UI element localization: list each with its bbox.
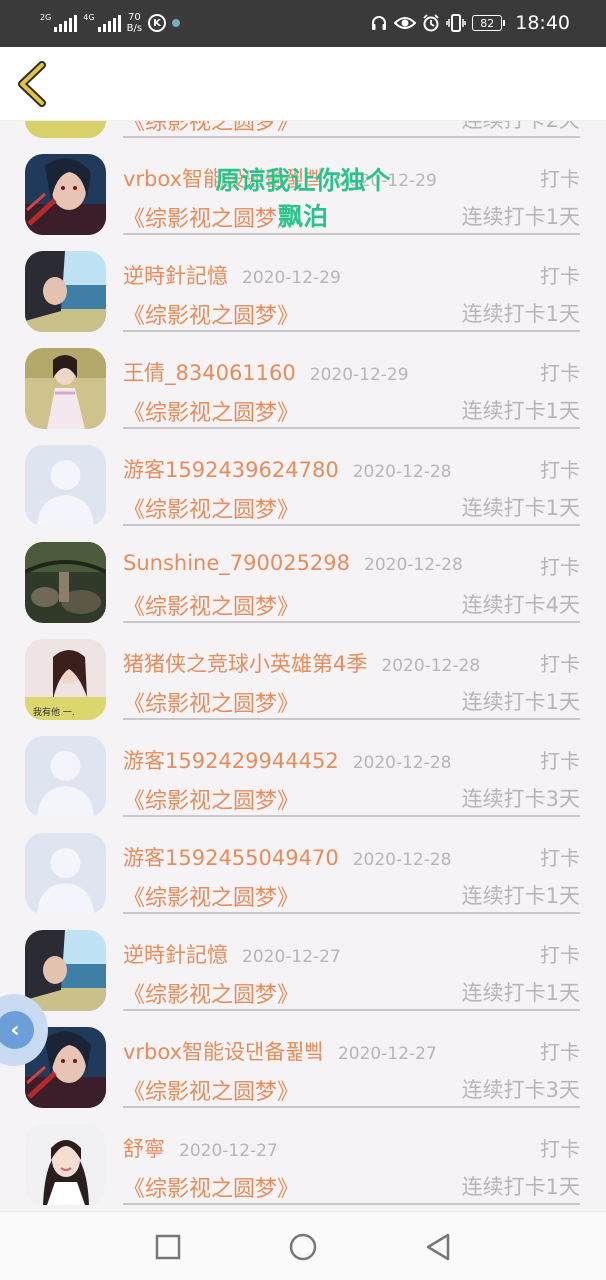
home-circle-icon[interactable] (286, 1230, 320, 1264)
user-line: 猪猪侠之竞球小英雄第4季 2020-12-28 (123, 648, 480, 678)
checkin-date: 2020-12-27 (179, 1141, 278, 1161)
user-line: 游客1592439624780 2020-12-28 (123, 454, 452, 484)
sim1-signal-icon: 2G (40, 13, 78, 32)
k-app-letter: K (153, 17, 161, 29)
checkin-label: 打卡 (540, 846, 580, 870)
list-item[interactable]: 游客1592429944452 2020-12-28 打卡 《综影视之圆梦》 连… (0, 703, 606, 817)
user-line: 逆時針記憶 2020-12-29 (123, 260, 341, 290)
streak-count: 连续打卡1天 (461, 1175, 580, 1199)
checkin-date: 2020-12-28 (352, 462, 452, 482)
checkin-date: 2020-12-27 (242, 947, 341, 967)
network-speed: 70 B/s (127, 12, 142, 34)
checkin-date: 2020-12-29 (242, 268, 341, 288)
network-speed-value: 70 (127, 12, 141, 23)
system-nav-bar (0, 1211, 606, 1280)
user-line: 舒寧 2020-12-27 (123, 1133, 278, 1163)
checkin-label: 打卡 (540, 555, 580, 579)
username[interactable]: Sunshine_790025298 (123, 551, 350, 575)
user-line: 王倩_834061160 2020-12-29 (123, 357, 409, 387)
checkin-label: 打卡 (540, 749, 580, 773)
username[interactable]: 游客1592455049470 (123, 842, 339, 872)
list-item[interactable]: vrbox智能设댄备퓙삨 2020-12-27 打卡 《综影视之圆梦》 连续打卡… (0, 994, 606, 1108)
sim1-label: 2G (40, 13, 52, 22)
list-item[interactable]: Sunshine_790025298 2020-12-28 打卡 《综影视之圆梦… (0, 509, 606, 623)
checkin-date: 2020-12-28 (381, 656, 481, 676)
list-item[interactable]: 逆時針記憶 2020-12-27 打卡 《综影视之圆梦》 连续打卡1天 (0, 897, 606, 1011)
checkin-label: 打卡 (540, 652, 580, 676)
back-chevron-icon[interactable] (14, 61, 50, 107)
username[interactable]: 游客1592439624780 (123, 454, 339, 484)
top-header (0, 47, 606, 121)
checkin-date: 2020-12-28 (352, 850, 452, 870)
list-item[interactable]: 舒寧 2020-12-27 打卡 《综影视之圆梦》 连续打卡1天 (0, 1091, 606, 1205)
username[interactable]: 猪猪侠之竞球小英雄第4季 (123, 648, 367, 678)
checkin-list: 《综影视之圆梦》 连续打卡2天 vrbox智能设댄备퓙삨 2020-12-29 … (0, 121, 606, 1211)
list-item[interactable]: 游客1592439624780 2020-12-28 打卡 《综影视之圆梦》 连… (0, 412, 606, 526)
chevron-left-circle-icon[interactable]: ‹ (0, 1011, 34, 1049)
avatar[interactable] (25, 1124, 106, 1205)
username[interactable]: 王倩_834061160 (123, 357, 296, 387)
username[interactable]: 游客1592429944452 (123, 745, 339, 775)
overlay-line-1: 原谅我让你独个 (215, 166, 391, 195)
list-item[interactable]: 我有他 一. 猪猪侠之竞球小英雄第4季 2020-12-28 打卡 《综影视之圆… (0, 606, 606, 720)
checkin-label: 打卡 (540, 264, 580, 288)
k-app-icon: K (148, 14, 167, 32)
book-title[interactable]: 《综影视之圆梦》 (123, 1171, 299, 1203)
sim2-label: 4G (83, 13, 95, 22)
checkin-label: 打卡 (540, 1040, 580, 1064)
status-right: 82 18:40 (370, 10, 570, 36)
list-item[interactable]: 王倩_834061160 2020-12-29 打卡 《综影视之圆梦》 连续打卡… (0, 315, 606, 429)
row-divider (123, 1203, 580, 1205)
battery-level: 82 (472, 15, 503, 31)
checkin-date: 2020-12-27 (337, 1044, 437, 1064)
user-line: 游客1592455049470 2020-12-28 (123, 842, 452, 872)
overlay-line-2: 飘泊 (277, 202, 328, 231)
notification-dot-icon (172, 19, 181, 27)
username[interactable]: 逆時針記憶 (123, 939, 228, 969)
battery-icon: 82 (472, 15, 506, 31)
network-speed-unit: B/s (126, 23, 143, 34)
list-item[interactable]: 游客1592455049470 2020-12-28 打卡 《综影视之圆梦》 连… (0, 800, 606, 914)
checkin-date: 2020-12-28 (364, 555, 463, 575)
checkin-label: 打卡 (540, 361, 580, 385)
alarm-icon (423, 14, 439, 32)
user-line: vrbox智能设댄备퓙삨 2020-12-27 (123, 1036, 437, 1066)
eye-icon (394, 17, 417, 29)
status-left: 2G 4G 70 B/s K (40, 10, 181, 36)
username[interactable]: vrbox智能设댄备퓙삨 (123, 1036, 324, 1066)
clock: 18:40 (515, 12, 570, 34)
lyric-overlay: 原谅我让你独个 飘泊 (0, 163, 606, 235)
back-triangle-icon[interactable] (421, 1230, 455, 1264)
checkin-label: 打卡 (540, 458, 580, 482)
vibrate-icon (446, 14, 466, 32)
recent-apps-square-icon[interactable] (151, 1230, 185, 1264)
username[interactable]: 舒寧 (123, 1133, 165, 1163)
checkin-label: 打卡 (540, 943, 580, 967)
checkin-date: 2020-12-28 (352, 753, 452, 773)
checkin-date: 2020-12-29 (309, 365, 409, 385)
checkin-label: 打卡 (540, 1137, 580, 1161)
username[interactable]: 逆時針記憶 (123, 260, 228, 290)
user-line: 游客1592429944452 2020-12-28 (123, 745, 452, 775)
sim2-signal-icon: 4G (83, 13, 121, 32)
user-line: Sunshine_790025298 2020-12-28 (123, 551, 463, 581)
headset-icon (372, 16, 387, 30)
status-bar: 2G 4G 70 B/s K 82 18:40 (0, 0, 606, 47)
user-line: 逆時針記憶 2020-12-27 (123, 939, 341, 969)
